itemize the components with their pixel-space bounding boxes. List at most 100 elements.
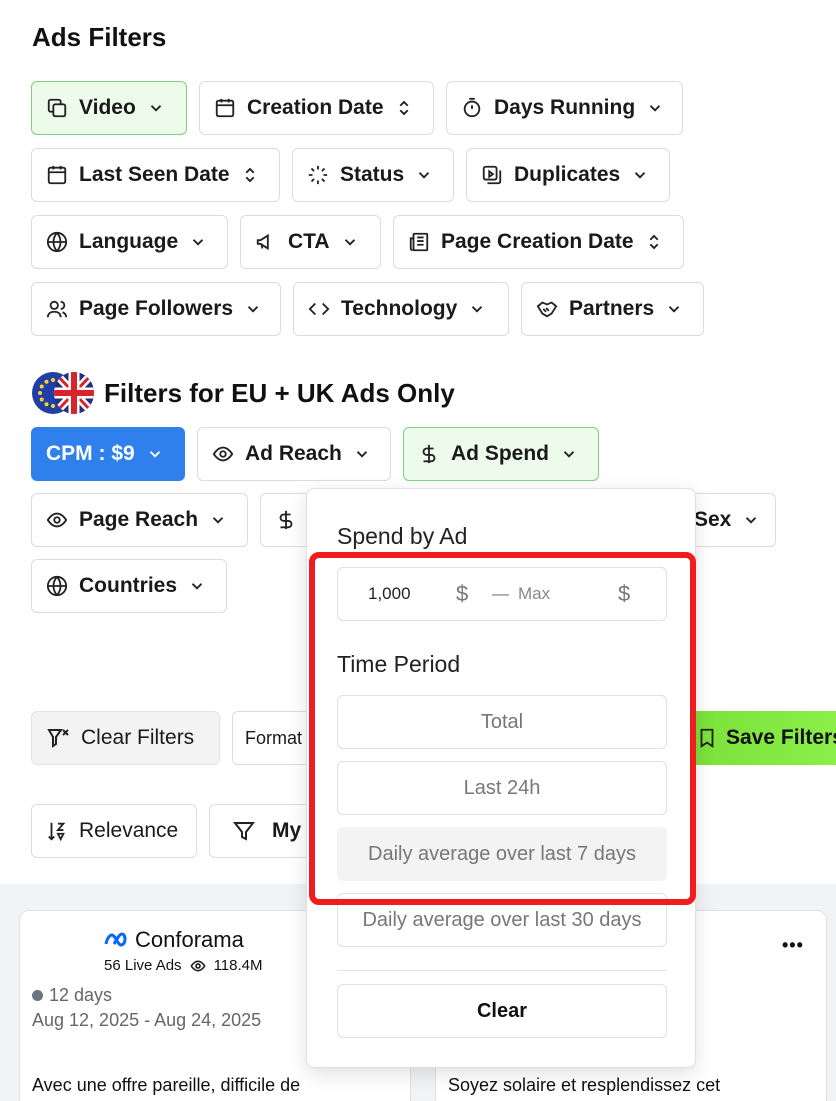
filter-countries-label: Countries [79,574,178,597]
sort-relevance-button[interactable]: Relevance [31,804,197,858]
filter-cpm[interactable]: CPM : $9 [31,427,185,481]
newspaper-icon [409,232,429,252]
filter-duplicates-label: Duplicates [514,163,621,186]
eye-icon [189,959,206,972]
divider [337,970,667,971]
filter-countries[interactable]: Countries [31,559,227,613]
globe-icon [46,575,68,597]
handshake-icon [536,301,558,318]
ad-date-range: Aug 12, 2025 - Aug 24, 2025 [32,1010,262,1030]
clear-spend-button[interactable]: Clear [337,984,667,1038]
page-title: Ads Filters [32,22,167,52]
eye-icon [212,446,234,462]
chevron-down-icon [472,306,483,313]
filter-cpm-label: CPM : $9 [46,442,135,465]
sort-updown-icon [399,100,408,116]
filter-status-label: Status [340,163,405,186]
globe-icon [46,231,68,253]
format-label: Format [245,727,303,748]
loader-icon [308,165,328,185]
megaphone-icon [256,233,269,251]
my-filters-button[interactable]: My [209,804,319,858]
code-icon [308,302,330,316]
more-options-icon[interactable]: ••• [782,935,804,956]
ad-reach-count: 118.4M [213,957,263,974]
filter-ad-spend-label: Ad Spend [451,442,549,465]
filter-partners-label: Partners [569,297,655,320]
dollar-icon [422,444,436,464]
chevron-down-icon [650,105,661,112]
chevron-down-icon [247,306,259,313]
filter-video-label: Video [79,96,136,119]
filter-last-seen-date-label: Last Seen Date [79,163,230,186]
save-filters-button[interactable]: Save Filters [688,711,836,765]
save-filters-label: Save Filters [726,726,836,749]
spend-by-ad-title: Spend by Ad [337,523,468,549]
chevron-down-icon [419,172,430,179]
filter-duplicates[interactable]: Duplicates [466,148,670,202]
filter-page-followers[interactable]: Page Followers [31,282,281,336]
chevron-down-icon [635,172,646,179]
filter-days-running[interactable]: Days Running [446,81,683,135]
copy-icon [47,98,67,118]
chevron-down-icon [212,517,224,524]
ad-text: Soyez solaire et resplendissez cet [448,1075,721,1095]
filter-days-running-label: Days Running [494,96,636,119]
filter-last-seen-date[interactable]: Last Seen Date [31,148,280,202]
filter-ad-spend[interactable]: Ad Spend [403,427,599,481]
ad-brand-name: Conforama [135,927,244,952]
bookmark-icon [700,728,714,748]
meta-logo-icon [104,932,127,947]
filter-page-reach[interactable]: Page Reach [31,493,248,547]
filter-language[interactable]: Language [31,215,228,269]
chevron-down-icon [746,517,757,524]
filter-ad-reach-label: Ad Reach [245,442,342,465]
clear-filters-button[interactable]: Clear Filters [31,711,220,765]
filter-cta-label: CTA [288,230,330,253]
sort-az-icon [48,822,66,842]
chevron-down-icon [344,239,355,246]
filter-status[interactable]: Status [292,148,454,202]
eu-uk-flags-icon [32,372,94,414]
filter-page-creation-date-label: Page Creation Date [441,230,634,253]
my-filters-label: My [272,819,302,842]
status-dot [32,990,43,1001]
filter-clear-icon [47,729,69,748]
filter-technology[interactable]: Technology [293,282,509,336]
filter-page-reach-label: Page Reach [79,508,199,531]
filter-partners[interactable]: Partners [521,282,704,336]
users-icon [46,300,68,318]
chevron-down-icon [563,451,575,458]
filter-ad-reach[interactable]: Ad Reach [197,427,391,481]
chevron-down-icon [193,239,204,246]
calendar-icon [215,98,235,118]
filter-icon [232,822,256,841]
filter-video[interactable]: Video [31,81,187,135]
highlight-box [309,552,696,905]
chevron-down-icon [669,306,680,313]
chevron-down-icon [356,451,368,458]
duplicate-media-icon [482,165,502,185]
calendar-icon [47,165,67,185]
filter-language-label: Language [79,230,179,253]
ad-live-count: 56 Live Ads [104,957,182,974]
ad-days-running: 12 days [49,985,113,1005]
eye-icon [46,512,68,528]
sort-relevance-label: Relevance [79,819,179,842]
filter-technology-label: Technology [341,297,458,320]
chevron-down-icon [191,583,203,590]
filter-page-followers-label: Page Followers [79,297,234,320]
filter-page-creation-date[interactable]: Page Creation Date [393,215,684,269]
filter-sex-label: Sex [694,508,732,531]
filter-creation-date-label: Creation Date [247,96,384,119]
clear-filters-label: Clear Filters [81,726,195,749]
eu-section-header: Filters for EU + UK Ads Only [32,372,455,414]
sort-updown-icon [649,234,658,250]
eu-section-title: Filters for EU + UK Ads Only [104,377,455,408]
dollar-icon [279,510,293,530]
ad-text: Avec une offre pareille, difficile de [32,1075,301,1095]
chevron-down-icon [149,451,160,458]
filter-cta[interactable]: CTA [240,215,381,269]
timer-icon [463,97,481,118]
filter-creation-date[interactable]: Creation Date [199,81,434,135]
